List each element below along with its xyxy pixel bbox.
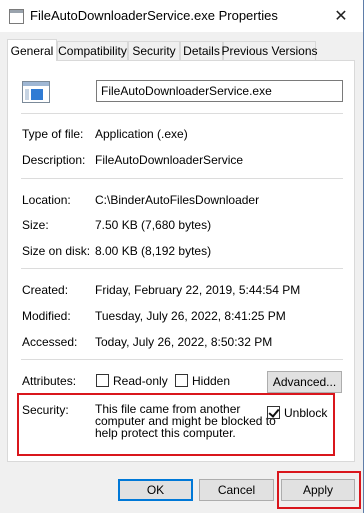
security-message-line: help protect this computer. bbox=[95, 426, 236, 440]
readonly-checkbox[interactable] bbox=[96, 374, 109, 387]
window-app-icon bbox=[9, 9, 24, 24]
location-label: Location: bbox=[22, 193, 71, 207]
apply-button[interactable]: Apply bbox=[281, 479, 355, 501]
separator bbox=[21, 113, 343, 114]
tab-compatibility[interactable]: Compatibility bbox=[57, 41, 128, 60]
size-on-disk-label: Size on disk: bbox=[22, 244, 91, 258]
type-of-file-label: Type of file: bbox=[22, 127, 84, 141]
description-label: Description: bbox=[22, 153, 86, 167]
hidden-label[interactable]: Hidden bbox=[192, 374, 230, 388]
size-value: 7.50 KB (7,680 bytes) bbox=[95, 218, 212, 232]
security-message: This file came from another computer and… bbox=[95, 403, 276, 439]
size-label: Size: bbox=[22, 218, 49, 232]
cancel-button[interactable]: Cancel bbox=[199, 479, 274, 501]
type-of-file-value: Application (.exe) bbox=[95, 127, 188, 141]
location-value: C:\BinderAutoFilesDownloader bbox=[95, 193, 260, 207]
modified-value: Tuesday, July 26, 2022, 8:41:25 PM bbox=[95, 309, 286, 323]
separator bbox=[21, 268, 343, 269]
tab-general[interactable]: General bbox=[7, 39, 57, 61]
close-icon: ✕ bbox=[334, 8, 348, 25]
description-value: FileAutoDownloaderService bbox=[95, 153, 244, 167]
general-tab-panel: FileAutoDownloaderService.exe Type of fi… bbox=[7, 60, 355, 462]
tab-previous-versions[interactable]: Previous Versions bbox=[221, 41, 318, 60]
size-on-disk-value: 8.00 KB (8,192 bytes) bbox=[95, 244, 212, 258]
unblock-label[interactable]: Unblock bbox=[284, 406, 327, 420]
executable-file-icon bbox=[22, 81, 50, 103]
separator bbox=[21, 178, 343, 179]
attributes-label: Attributes: bbox=[22, 374, 77, 388]
title-bar: FileAutoDownloaderService.exe Properties… bbox=[0, 0, 364, 32]
readonly-label[interactable]: Read-only bbox=[113, 374, 168, 388]
advanced-button[interactable]: Advanced... bbox=[267, 371, 342, 393]
accessed-value: Today, July 26, 2022, 8:50:32 PM bbox=[95, 335, 273, 349]
ok-button[interactable]: OK bbox=[118, 479, 193, 501]
created-value: Friday, February 22, 2019, 5:44:54 PM bbox=[95, 283, 301, 297]
tab-details[interactable]: Details bbox=[180, 41, 223, 60]
hidden-checkbox[interactable] bbox=[175, 374, 188, 387]
unblock-checkbox[interactable] bbox=[267, 406, 280, 419]
tab-security[interactable]: Security bbox=[128, 41, 180, 60]
accessed-label: Accessed: bbox=[22, 335, 78, 349]
created-label: Created: bbox=[22, 283, 69, 297]
close-button[interactable]: ✕ bbox=[318, 0, 364, 32]
separator bbox=[21, 359, 343, 360]
file-name-field[interactable]: FileAutoDownloaderService.exe bbox=[96, 80, 343, 102]
modified-label: Modified: bbox=[22, 309, 71, 323]
window-title: FileAutoDownloaderService.exe Properties bbox=[30, 8, 278, 23]
security-label: Security: bbox=[22, 403, 69, 417]
